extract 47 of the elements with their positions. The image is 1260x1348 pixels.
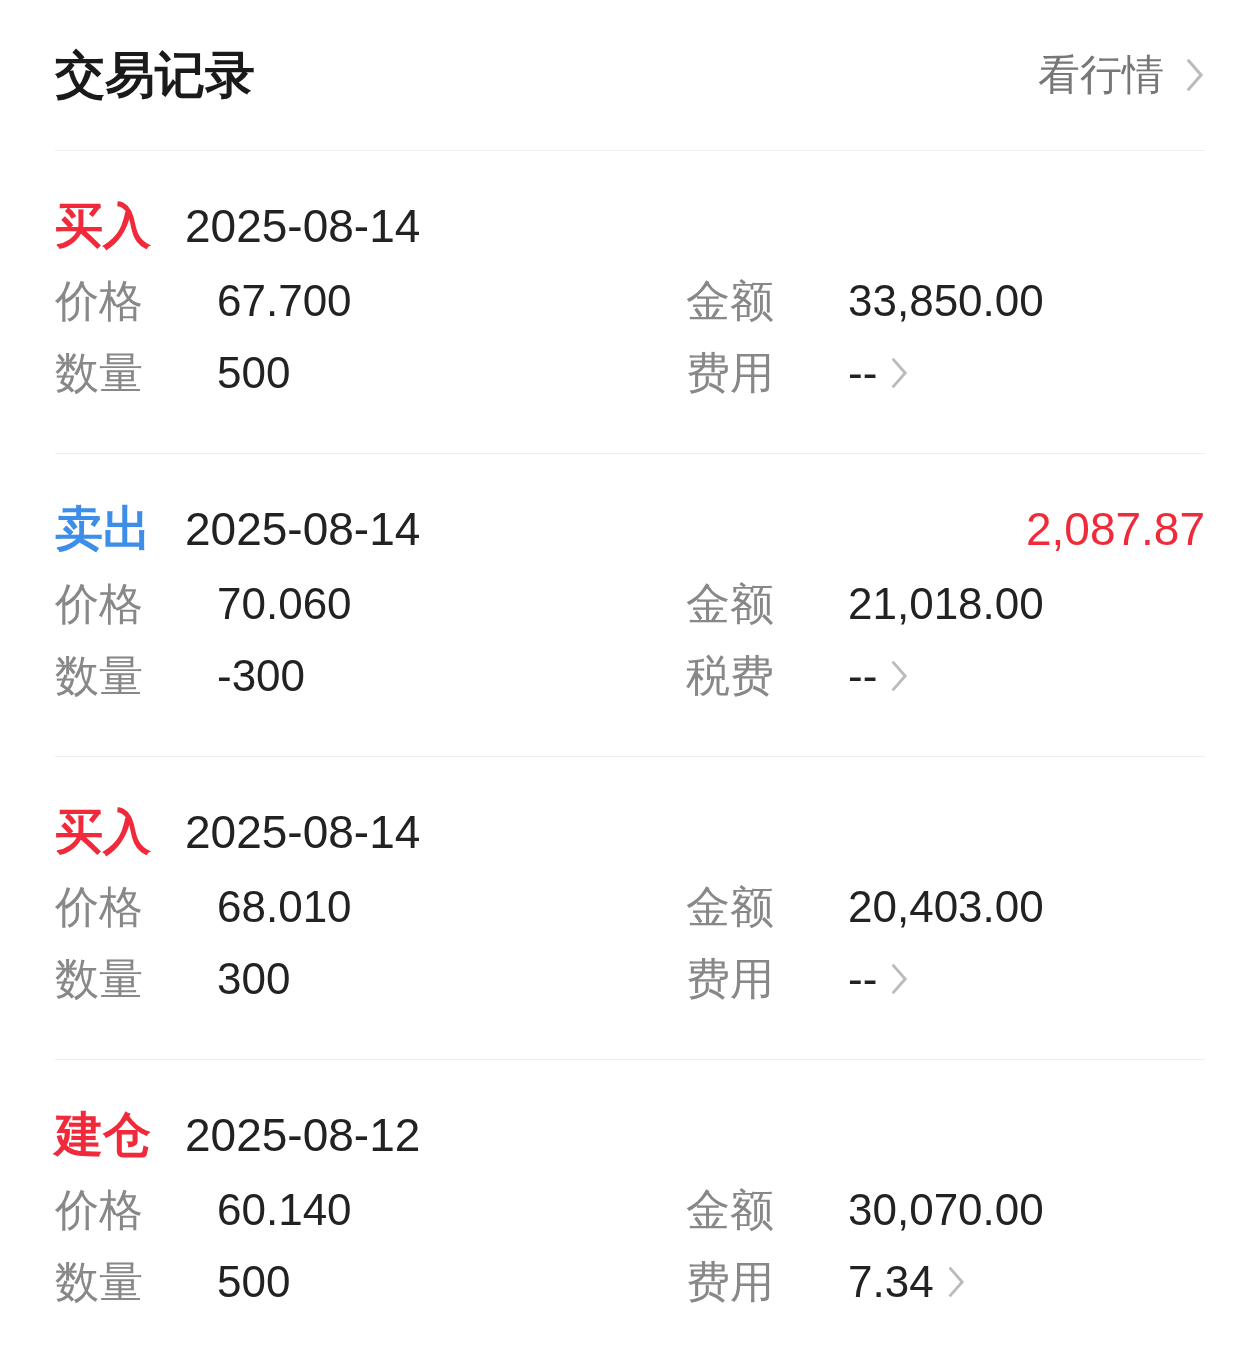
field-label: 价格 <box>55 880 143 933</box>
price-value: 60.140 <box>217 1185 352 1235</box>
field-label: 数量 <box>55 649 143 702</box>
price-value: 70.060 <box>217 579 352 629</box>
field-label: 价格 <box>55 577 143 630</box>
trade-type: 买入 <box>55 198 152 254</box>
fee-link[interactable]: -- <box>848 348 910 398</box>
field-label: 费用 <box>686 346 774 399</box>
chevron-right-icon <box>889 658 910 694</box>
amount-value: 21,018.00 <box>848 579 1044 629</box>
quantity-value: 500 <box>217 348 291 398</box>
profit-amount: 2,087.87 <box>1025 502 1205 556</box>
trade-date: 2025-08-12 <box>185 1108 422 1162</box>
trade-date: 2025-08-14 <box>185 502 422 556</box>
field-label: 税费 <box>686 649 774 702</box>
fee-link[interactable]: 7.34 <box>848 1257 966 1307</box>
field-label: 费用 <box>686 1255 774 1308</box>
chevron-right-icon <box>889 355 910 391</box>
market-link[interactable]: 看行情 <box>1038 47 1205 103</box>
field-label: 价格 <box>55 274 143 327</box>
page-title: 交易记录 <box>55 45 255 105</box>
field-label: 金额 <box>686 880 774 933</box>
quantity-value: 500 <box>217 1257 291 1307</box>
field-label: 金额 <box>686 274 774 327</box>
trade-type: 买入 <box>55 804 152 860</box>
fee-link[interactable]: -- <box>848 954 910 1004</box>
price-value: 67.700 <box>217 276 352 326</box>
amount-value: 30,070.00 <box>848 1185 1044 1235</box>
trade-date: 2025-08-14 <box>185 199 422 253</box>
quantity-value: -300 <box>217 651 306 701</box>
field-label: 费用 <box>686 952 774 1005</box>
chevron-right-icon <box>1184 56 1205 94</box>
field-label: 金额 <box>686 577 774 630</box>
trade-type: 卖出 <box>55 501 152 557</box>
field-label: 数量 <box>55 1255 143 1308</box>
fee-link[interactable]: -- <box>848 651 910 701</box>
field-label: 数量 <box>55 952 143 1005</box>
trade-date: 2025-08-14 <box>185 805 422 859</box>
field-label: 价格 <box>55 1183 143 1236</box>
field-label: 金额 <box>686 1183 774 1236</box>
amount-value: 33,850.00 <box>848 276 1044 326</box>
quantity-value: 300 <box>217 954 291 1004</box>
chevron-right-icon <box>889 961 910 997</box>
price-value: 68.010 <box>217 882 352 932</box>
trade-type: 建仓 <box>55 1107 152 1163</box>
amount-value: 20,403.00 <box>848 882 1044 932</box>
field-label: 数量 <box>55 346 143 399</box>
